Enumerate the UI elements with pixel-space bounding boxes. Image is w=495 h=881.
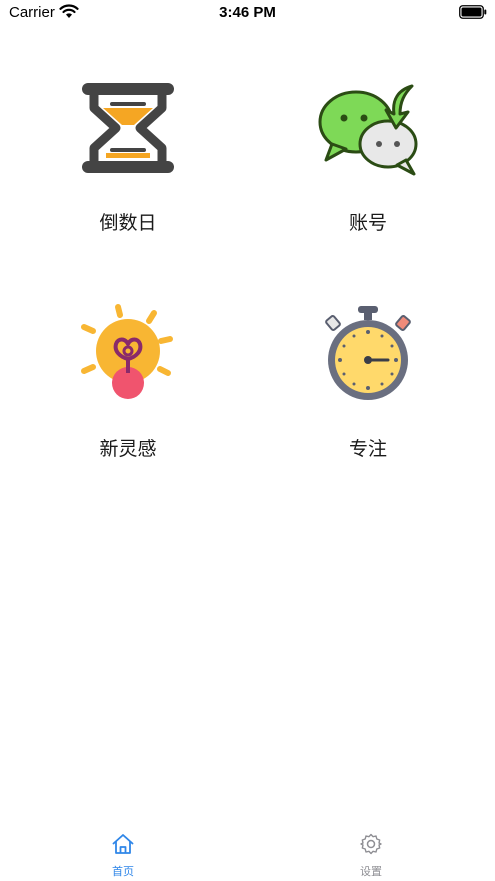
tab-label-settings: 设置: [360, 865, 382, 878]
tile-focus[interactable]: 专注: [293, 303, 443, 483]
tab-home[interactable]: 首页: [63, 822, 183, 881]
lightbulb-icon: [81, 304, 173, 399]
stopwatch-icon: [325, 306, 411, 400]
tile-label-countdown: 倒数日: [99, 212, 157, 234]
tile-inspiration[interactable]: 新灵感: [53, 303, 203, 483]
tab-settings[interactable]: 设置: [311, 822, 431, 881]
tile-label-focus: 专注: [348, 438, 387, 460]
hourglass-icon: [82, 83, 174, 173]
tile-countdown[interactable]: 倒数日: [53, 78, 203, 258]
status-time: 3:46 PM: [219, 4, 276, 21]
chat-bubbles-icon: [318, 84, 418, 176]
home-icon: [112, 834, 134, 854]
tile-label-account: 账号: [348, 212, 387, 234]
tab-bar: 首页 设置: [0, 822, 495, 881]
status-bar: Carrier 3:46 PM: [0, 0, 495, 26]
tab-label-home: 首页: [112, 865, 134, 878]
gear-icon: [360, 833, 382, 855]
tile-account[interactable]: 账号: [293, 78, 443, 258]
battery-icon: [459, 5, 487, 19]
tile-label-inspiration: 新灵感: [99, 438, 157, 460]
